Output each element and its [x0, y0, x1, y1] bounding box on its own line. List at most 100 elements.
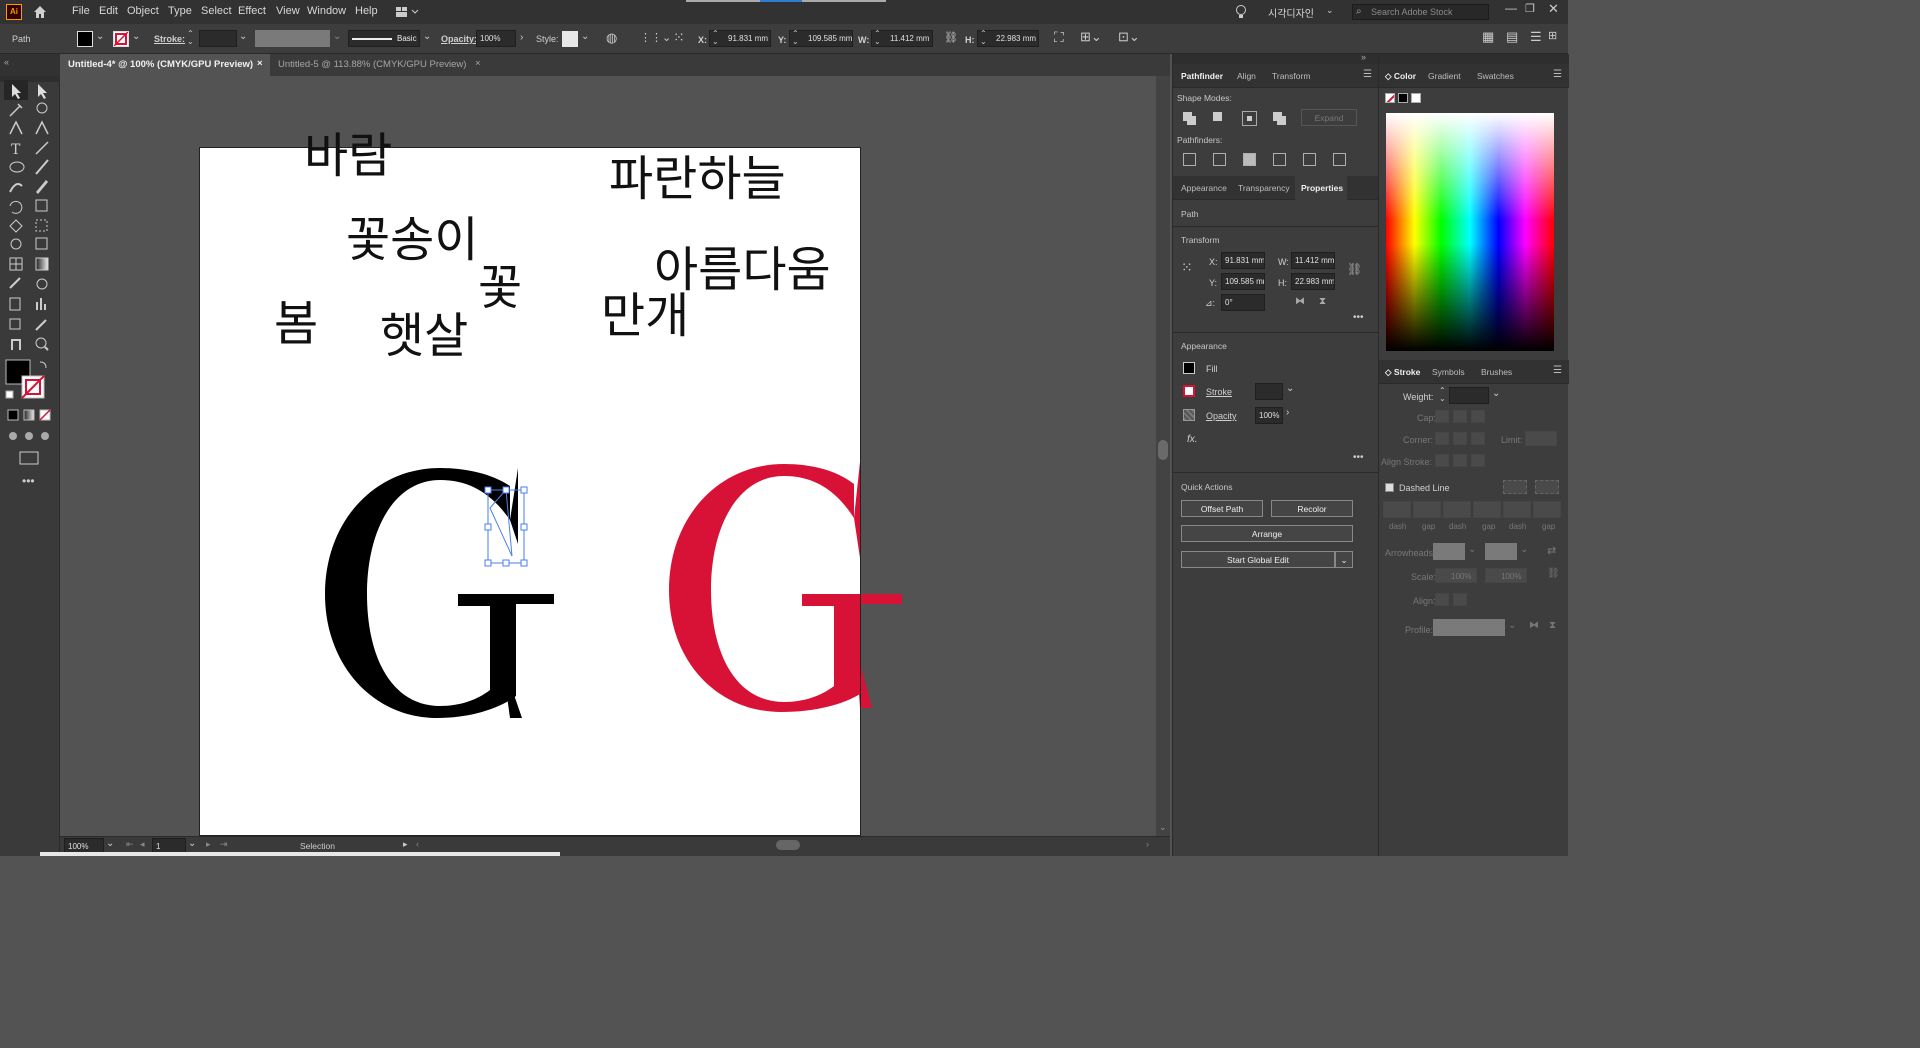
- dashed-line-checkbox[interactable]: [1385, 483, 1394, 492]
- brush-chevron-down-icon[interactable]: ⌄: [423, 31, 431, 42]
- curvature-tool[interactable]: [32, 121, 50, 139]
- canvas-area[interactable]: 바람 파란하늘 꽃송이 꽃 아름다움 봄 햇살 만개: [60, 76, 1156, 836]
- link-scale-icon[interactable]: ⛓: [1547, 568, 1560, 579]
- expand-button[interactable]: Expand: [1301, 109, 1357, 126]
- flip-profile-icon[interactable]: ⧓: [1529, 620, 1539, 631]
- gradient-tool[interactable]: [32, 256, 50, 274]
- menu-help[interactable]: Help: [355, 5, 378, 17]
- status-arrow-icon[interactable]: ▸: [403, 839, 408, 850]
- prop-angle-field[interactable]: 0°: [1221, 294, 1265, 311]
- artboard-text-paranhaneul[interactable]: 파란하늘: [609, 139, 786, 209]
- dash-2-field[interactable]: [1443, 501, 1471, 518]
- recolor-artwork-icon[interactable]: ◍: [606, 30, 617, 46]
- more-tools-icon[interactable]: •••: [22, 474, 35, 488]
- arrow-align-place-button[interactable]: [1453, 593, 1467, 606]
- start-global-edit-button[interactable]: Start Global Edit: [1181, 551, 1335, 568]
- collapse-arrows-icon[interactable]: «: [4, 57, 9, 67]
- shape-builder-tool[interactable]: [6, 236, 24, 254]
- control-options-icon[interactable]: ⊞: [1548, 29, 1557, 42]
- line-tool[interactable]: [32, 140, 50, 158]
- shaper-tool[interactable]: [6, 178, 24, 196]
- collapse-dock-icon[interactable]: »: [1361, 52, 1366, 62]
- appearance-opacity-chevron-right-icon[interactable]: ›: [1286, 407, 1289, 418]
- cap-butt-button[interactable]: [1435, 410, 1449, 423]
- artboard-text-haetsal[interactable]: 햇살: [380, 296, 468, 366]
- reference-point-icon[interactable]: ⁙: [1181, 259, 1193, 276]
- artboard-text-kkotsongi[interactable]: 꽃송이: [346, 200, 478, 270]
- artboard-tool[interactable]: [6, 315, 24, 333]
- tab-brushes[interactable]: Brushes: [1481, 367, 1512, 377]
- blend-tool[interactable]: [32, 275, 50, 293]
- outline-icon[interactable]: [1303, 153, 1316, 166]
- column-graph-tool[interactable]: [32, 295, 50, 313]
- ellipse-tool[interactable]: [6, 159, 24, 177]
- stroke-chevron-down-icon[interactable]: ⌄: [132, 31, 140, 42]
- divide-icon[interactable]: [1183, 153, 1196, 166]
- artboard-text-baram[interactable]: 바람: [304, 116, 392, 186]
- appearance-opacity-field[interactable]: 100%: [1255, 407, 1283, 424]
- home-icon[interactable]: [32, 4, 48, 20]
- tab-untitled-5[interactable]: Untitled-5 @ 113.88% (CMYK/GPU Preview) …: [270, 54, 490, 76]
- rotate-tool[interactable]: [6, 198, 24, 216]
- zoom-tool[interactable]: [32, 335, 50, 353]
- global-edit-options-button[interactable]: ⌄: [1335, 551, 1353, 568]
- tab-pathfinder[interactable]: Pathfinder: [1181, 71, 1223, 81]
- selection-bounding-box[interactable]: [482, 486, 530, 568]
- paintbrush-tool[interactable]: [32, 159, 50, 177]
- transform-more-icon[interactable]: •••: [1353, 312, 1364, 323]
- draw-mode-icon[interactable]: [6, 428, 54, 442]
- app-logo[interactable]: Ai: [6, 4, 22, 20]
- tab-symbols[interactable]: Symbols: [1432, 367, 1465, 377]
- scroll-right-icon[interactable]: ›: [1146, 839, 1149, 849]
- tab-gradient[interactable]: Gradient: [1428, 71, 1461, 81]
- fill-chevron-down-icon[interactable]: ⌄: [96, 31, 104, 42]
- pencil-tool[interactable]: [32, 178, 50, 196]
- slice-tool[interactable]: [32, 315, 50, 333]
- pen-tool[interactable]: [6, 121, 24, 139]
- align-to-icon[interactable]: ⋮⋮⌄: [640, 31, 671, 44]
- screen-mode-icon[interactable]: [18, 448, 40, 466]
- profile-chevron-down-icon[interactable]: ⌄: [333, 31, 341, 42]
- opacity-label[interactable]: Opacity:: [441, 34, 477, 44]
- prop-x-field[interactable]: 91.831 mm: [1221, 252, 1265, 269]
- lightbulb-icon[interactable]: [1234, 4, 1248, 20]
- width-tool[interactable]: [6, 217, 24, 235]
- type-tool[interactable]: [6, 140, 24, 158]
- search-stock-field[interactable]: ⌕ Search Adobe Stock: [1352, 4, 1489, 20]
- dash-1-field[interactable]: [1383, 501, 1411, 518]
- constrain-link-icon[interactable]: ⛓: [1347, 262, 1362, 276]
- fill-swatch[interactable]: [77, 31, 93, 47]
- graphic-style-swatch[interactable]: [562, 31, 578, 47]
- limit-field[interactable]: [1525, 431, 1557, 446]
- horizontal-scroll-thumb[interactable]: [776, 840, 800, 850]
- first-artboard-icon[interactable]: ⇤: [126, 839, 134, 850]
- swap-fill-stroke-icon[interactable]: [38, 358, 50, 370]
- prop-w-field[interactable]: 11.412 mm: [1291, 252, 1335, 269]
- free-transform-tool[interactable]: [32, 217, 50, 235]
- close-window-icon[interactable]: ✕: [1548, 1, 1559, 17]
- appearance-stroke-label[interactable]: Stroke: [1206, 387, 1232, 397]
- default-colors-icon[interactable]: [4, 388, 16, 400]
- merge-icon[interactable]: [1243, 153, 1256, 166]
- gap-3-field[interactable]: [1533, 501, 1561, 518]
- menu-window[interactable]: Window: [307, 5, 346, 17]
- opacity-field[interactable]: 100%: [476, 30, 516, 47]
- appearance-stroke-chevron-down-icon[interactable]: ⌄: [1286, 383, 1294, 394]
- flip-horizontal-icon[interactable]: ⧓: [1295, 296, 1305, 307]
- workspace-switcher[interactable]: 시각디자인: [1268, 5, 1314, 20]
- flip-profile-vertical-icon[interactable]: ⧗: [1549, 620, 1556, 631]
- gap-1-field[interactable]: [1413, 501, 1441, 518]
- stroke-weight-stepper-icon[interactable]: ⌃ ⌄: [1439, 387, 1446, 403]
- artboard-text-kkot[interactable]: 꽃: [478, 248, 522, 318]
- swap-arrowheads-icon[interactable]: ⇄: [1547, 544, 1556, 557]
- black-color-chip[interactable]: [1398, 93, 1408, 103]
- align-options-icon[interactable]: ⊞⌄: [1080, 29, 1102, 45]
- restore-window-icon[interactable]: ❐: [1525, 2, 1535, 15]
- corner-miter-button[interactable]: [1435, 432, 1449, 445]
- arrow-align-extend-button[interactable]: [1435, 593, 1449, 606]
- stroke-weight-input[interactable]: [1449, 387, 1489, 404]
- menu-view[interactable]: View: [276, 5, 300, 17]
- direct-selection-tool[interactable]: [32, 82, 50, 100]
- stroke-label[interactable]: Stroke:: [154, 34, 185, 44]
- document-setup-icon[interactable]: ▤: [1506, 29, 1518, 45]
